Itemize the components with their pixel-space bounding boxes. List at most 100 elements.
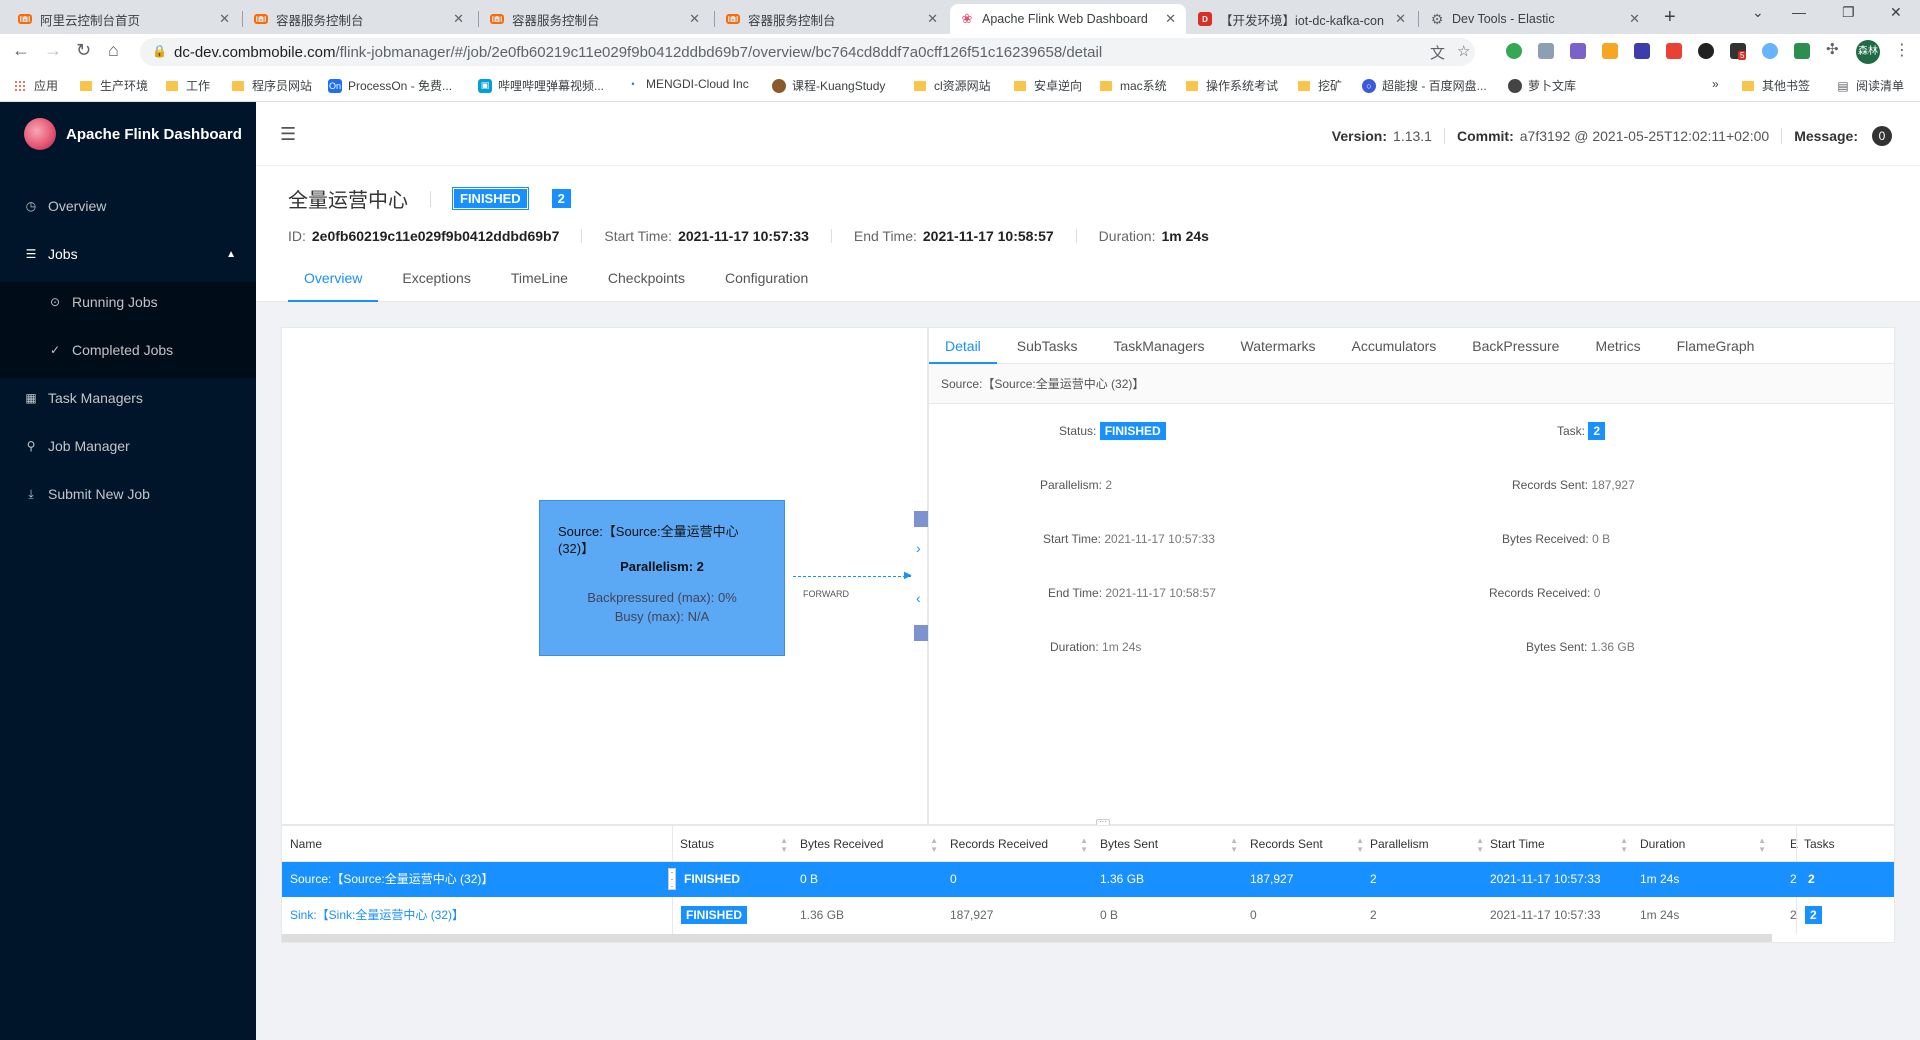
sidebar-item-task-managers[interactable]: ▦ Task Managers bbox=[0, 378, 256, 418]
extension-icon[interactable]: 5 bbox=[1730, 43, 1747, 60]
close-icon[interactable]: ✕ bbox=[689, 11, 700, 27]
close-window-button[interactable]: ✕ bbox=[1890, 4, 1902, 21]
column-header-tasks[interactable]: Tasks bbox=[1804, 826, 1884, 862]
tab-subtasks[interactable]: SubTasks bbox=[1001, 328, 1094, 363]
browser-tab[interactable]: [-] 容器服务控制台 ✕ bbox=[480, 4, 710, 34]
bookmark-apps[interactable]: 应用 bbox=[14, 77, 58, 94]
bookmark-link[interactable]: 萝卜文库 bbox=[1508, 77, 1576, 94]
bookmark-link[interactable]: ○ 超能搜 - 百度网盘... bbox=[1362, 77, 1487, 94]
column-header-parallelism[interactable]: Parallelism ▲ ▼ bbox=[1370, 826, 1488, 862]
browser-tab[interactable]: ⚙ Dev Tools - Elastic ✕ bbox=[1420, 4, 1650, 34]
extension-icon[interactable] bbox=[1506, 43, 1522, 59]
browser-tab[interactable]: D 【开发环境】iot-dc-kafka-con ✕ bbox=[1188, 4, 1416, 34]
tab-detail[interactable]: Detail bbox=[929, 328, 997, 364]
profile-avatar[interactable]: 森林 bbox=[1856, 40, 1880, 64]
bookmark-link[interactable]: • MENGDI-Cloud Inc bbox=[626, 77, 748, 91]
close-icon[interactable]: ✕ bbox=[453, 11, 464, 27]
column-header-name[interactable]: Name bbox=[290, 826, 608, 862]
column-header-bytes-received[interactable]: Bytes Received ▲ ▼ bbox=[800, 826, 942, 862]
browser-tab[interactable]: [-] 容器服务控制台 ✕ bbox=[716, 4, 948, 34]
sidebar-item-completed-jobs[interactable]: ✓ Completed Jobs bbox=[0, 330, 256, 370]
sort-icon[interactable]: ▲ ▼ bbox=[1476, 826, 1484, 854]
restore-button[interactable]: ❐ bbox=[1842, 4, 1855, 21]
table-row[interactable]: Source:【Source:全量运营中心 (32)】 · · · FINISHED… bbox=[282, 862, 1894, 897]
sidebar-item-running-jobs[interactable]: ⊙ Running Jobs bbox=[0, 282, 256, 322]
sort-icon[interactable]: ▲ ▼ bbox=[1620, 826, 1628, 854]
column-header-start-time[interactable]: Start Time ▲ ▼ bbox=[1490, 826, 1632, 862]
minimize-button[interactable]: — bbox=[1792, 4, 1806, 20]
browser-tab[interactable]: [-] 容器服务控制台 ✕ bbox=[244, 4, 474, 34]
bookmark-link[interactable]: On ProcessOn - 免费... bbox=[328, 77, 452, 94]
job-graph[interactable]: Source:【Source:全量运营中心 (32)】 Parallelism:… bbox=[281, 327, 928, 825]
graph-node-partial[interactable] bbox=[914, 511, 928, 527]
reload-icon[interactable]: ↻ bbox=[76, 40, 91, 61]
bookmark-folder[interactable]: mac系统 bbox=[1100, 77, 1167, 94]
browser-tab-active[interactable]: ❀ Apache Flink Web Dashboard ✕ bbox=[950, 4, 1186, 34]
extension-icon[interactable] bbox=[1698, 43, 1714, 59]
chevron-right-icon[interactable]: › bbox=[916, 540, 921, 556]
extension-icon[interactable] bbox=[1794, 43, 1810, 59]
column-header-status[interactable]: Status ▲ ▼ bbox=[680, 826, 792, 862]
close-icon[interactable]: ✕ bbox=[219, 11, 230, 27]
sort-icon[interactable]: ▲ ▼ bbox=[1080, 826, 1088, 854]
sidebar-item-submit-new-job[interactable]: ⤓ Submit New Job bbox=[0, 474, 256, 514]
bookmark-star-icon[interactable]: ☆ bbox=[1457, 42, 1470, 60]
column-header-duration[interactable]: Duration ▲ ▼ bbox=[1640, 826, 1770, 862]
tab-exceptions[interactable]: Exceptions bbox=[402, 270, 470, 302]
tab-overview[interactable]: Overview bbox=[287, 270, 379, 302]
extension-icon[interactable] bbox=[1762, 43, 1778, 59]
extension-icon[interactable] bbox=[1666, 43, 1682, 59]
brand[interactable]: Apache Flink Dashboard bbox=[0, 102, 256, 166]
bookmark-folder[interactable]: 生产环境 bbox=[80, 77, 148, 94]
forward-arrow-icon[interactable]: → bbox=[44, 40, 62, 61]
close-icon[interactable]: ✕ bbox=[1395, 11, 1406, 27]
sidebar-item-overview[interactable]: ◷ Overview bbox=[0, 186, 256, 226]
bookmark-folder[interactable]: 程序员网站 bbox=[232, 77, 312, 94]
translate-icon[interactable]: 文 bbox=[1430, 42, 1445, 63]
extension-icon[interactable] bbox=[1634, 43, 1650, 59]
column-header-bytes-sent[interactable]: Bytes Sent ▲ ▼ bbox=[1100, 826, 1242, 862]
reading-list[interactable]: ▤ 阅读清单 bbox=[1836, 77, 1904, 94]
address-bar[interactable]: 🔒 dc-dev.combmobile.com/flink-jobmanager… bbox=[140, 38, 1475, 66]
drag-handle[interactable]: · · · bbox=[668, 868, 676, 891]
sort-icon[interactable]: ▲ ▼ bbox=[780, 826, 788, 854]
bookmark-folder[interactable]: 挖矿 bbox=[1298, 77, 1342, 94]
graph-node-source[interactable]: Source:【Source:全量运营中心 (32)】 Parallelism:… bbox=[539, 500, 785, 656]
extension-icon[interactable] bbox=[1538, 43, 1554, 59]
bookmark-folder[interactable]: cl资源网站 bbox=[914, 77, 991, 94]
bookmark-folder[interactable]: 工作 bbox=[166, 77, 210, 94]
tab-backpressure[interactable]: BackPressure bbox=[1456, 328, 1575, 363]
back-arrow-icon[interactable]: ← bbox=[12, 40, 30, 61]
sort-icon[interactable]: ▲ ▼ bbox=[1758, 826, 1766, 854]
tab-taskmanagers[interactable]: TaskManagers bbox=[1098, 328, 1221, 363]
tab-flamegraph[interactable]: FlameGraph bbox=[1661, 328, 1771, 363]
sidebar-item-job-manager[interactable]: ⚲ Job Manager bbox=[0, 426, 256, 466]
tab-timeline[interactable]: TimeLine bbox=[511, 270, 568, 302]
column-header-records-received[interactable]: Records Received ▲ ▼ bbox=[950, 826, 1092, 862]
home-icon[interactable]: ⌂ bbox=[108, 40, 119, 61]
bookmark-folder[interactable]: 操作系统考试 bbox=[1186, 77, 1278, 94]
new-tab-button[interactable]: + bbox=[1664, 6, 1676, 29]
bookmark-folder[interactable]: 其他书签 bbox=[1742, 77, 1810, 94]
column-header-records-sent[interactable]: Records Sent ▲ ▼ bbox=[1250, 826, 1368, 862]
sort-icon[interactable]: ▲ ▼ bbox=[1356, 826, 1364, 854]
browser-tab[interactable]: [-] 阿里云控制台首页 ✕ bbox=[8, 4, 240, 34]
puzzle-icon[interactable]: ✣ bbox=[1826, 40, 1842, 58]
tab-watermarks[interactable]: Watermarks bbox=[1225, 328, 1332, 363]
bookmark-link[interactable]: ▣ 哔哩哔哩弹幕视频... bbox=[478, 77, 604, 94]
tab-accumulators[interactable]: Accumulators bbox=[1335, 328, 1452, 363]
message-badge[interactable]: 0 bbox=[1872, 126, 1892, 146]
sort-icon[interactable]: ▲ ▼ bbox=[1230, 826, 1238, 854]
table-row[interactable]: Sink:【Sink:全量运营中心 (32)】 FINISHED 1.36 GB… bbox=[282, 898, 1894, 933]
menu-fold-icon[interactable]: ☰ bbox=[280, 124, 296, 145]
chevron-left-icon[interactable]: ‹ bbox=[916, 590, 921, 606]
bookmark-folder[interactable]: 安卓逆向 bbox=[1014, 77, 1082, 94]
bookmark-link[interactable]: 课程-KuangStudy bbox=[772, 77, 885, 94]
graph-node-partial[interactable] bbox=[914, 625, 928, 641]
tab-search-icon[interactable]: ⌄ bbox=[1752, 4, 1764, 21]
column-header-end-time[interactable]: E bbox=[1790, 826, 1800, 862]
tab-configuration[interactable]: Configuration bbox=[725, 270, 808, 302]
tab-metrics[interactable]: Metrics bbox=[1579, 328, 1656, 363]
sidebar-item-jobs[interactable]: ☰ Jobs ▲ bbox=[0, 234, 256, 274]
close-icon[interactable]: ✕ bbox=[1629, 11, 1640, 27]
